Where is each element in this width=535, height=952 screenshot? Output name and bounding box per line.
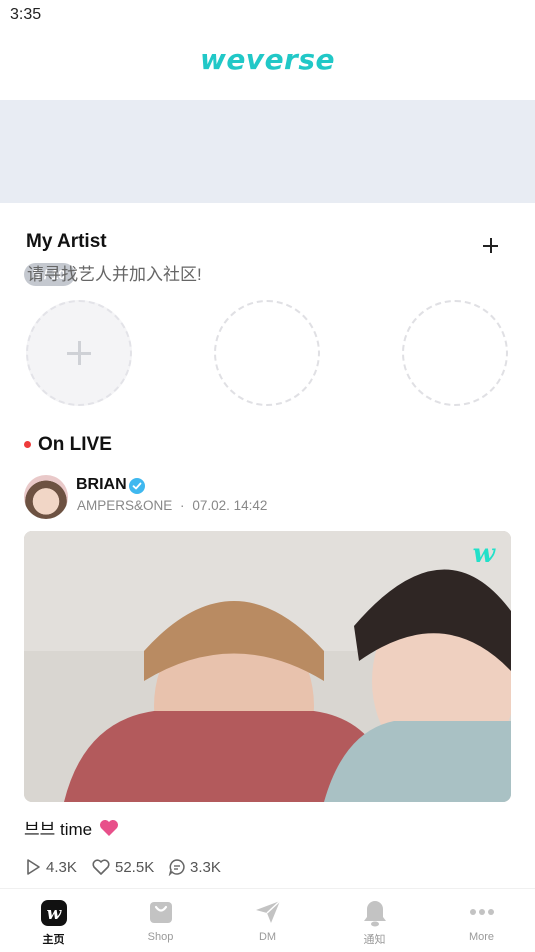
tab-home[interactable]: w 主页: [0, 889, 107, 952]
tab-notifications[interactable]: 通知: [321, 889, 428, 952]
tab-home-label: 主页: [42, 934, 65, 946]
tab-more[interactable]: More: [428, 889, 535, 952]
plus-icon: [67, 341, 91, 365]
my-artist-title: My Artist: [26, 231, 107, 252]
post-group-name: AMPERS&ONE: [77, 498, 173, 513]
weverse-logo[interactable]: weverse: [0, 43, 535, 76]
verified-badge-icon: [129, 478, 145, 494]
status-time: 3:35: [10, 6, 42, 23]
my-artist-subtitle: 请寻找艺人并加入社区!: [27, 265, 202, 284]
add-artist-slot[interactable]: [26, 300, 132, 406]
app-header: weverse: [0, 30, 535, 100]
on-live-title: On LIVE: [38, 434, 112, 455]
empty-artist-slot: [214, 300, 320, 406]
comment-icon: [168, 859, 185, 877]
like-count[interactable]: 52.5K: [91, 858, 154, 876]
tab-shop-label: Shop: [147, 931, 174, 943]
heart-emoji-icon: [99, 820, 118, 836]
weverse-home-icon: w: [40, 900, 67, 926]
like-count-value: 52.5K: [115, 859, 155, 876]
heart-outline-icon: [92, 859, 110, 875]
tab-shop[interactable]: Shop: [107, 889, 214, 952]
shop-bag-icon: [149, 902, 172, 923]
paper-plane-icon: [255, 900, 281, 923]
play-icon: [27, 859, 40, 875]
post-caption-text: 브브 time: [24, 820, 93, 839]
post-caption: 브브 time: [24, 815, 119, 840]
svg-text:w: w: [46, 904, 62, 924]
banner-carousel[interactable]: 5 / 10: [0, 100, 535, 286]
bell-icon: [363, 901, 386, 927]
more-dots-icon: [469, 909, 494, 915]
comment-count-value: 3.3K: [190, 859, 221, 876]
tab-dm[interactable]: DM: [214, 889, 321, 952]
tab-notifications-label: 通知: [363, 934, 386, 946]
post-meta: AMPERS&ONE · 07.02. 14:42: [77, 498, 267, 513]
empty-artist-slot: [402, 300, 508, 406]
live-indicator-dot: [24, 441, 31, 448]
play-count: 4.3K: [24, 858, 77, 876]
weverse-live-badge-icon: w: [472, 539, 495, 569]
status-bar: 3:35: [0, 0, 535, 30]
comment-count[interactable]: 3.3K: [168, 858, 221, 877]
author-avatar[interactable]: [24, 475, 68, 519]
play-count-value: 4.3K: [46, 859, 77, 876]
tab-more-label: More: [468, 931, 495, 943]
add-artist-button[interactable]: [478, 233, 504, 259]
post-author-name[interactable]: BRIAN: [76, 476, 127, 494]
bottom-tab-bar: w 主页 Shop DM 通知 More: [0, 888, 535, 952]
live-video-thumbnail[interactable]: w: [24, 531, 511, 802]
tab-dm-label: DM: [258, 931, 277, 943]
post-timestamp: 07.02. 14:42: [192, 498, 268, 513]
meta-separator: ·: [180, 498, 185, 513]
